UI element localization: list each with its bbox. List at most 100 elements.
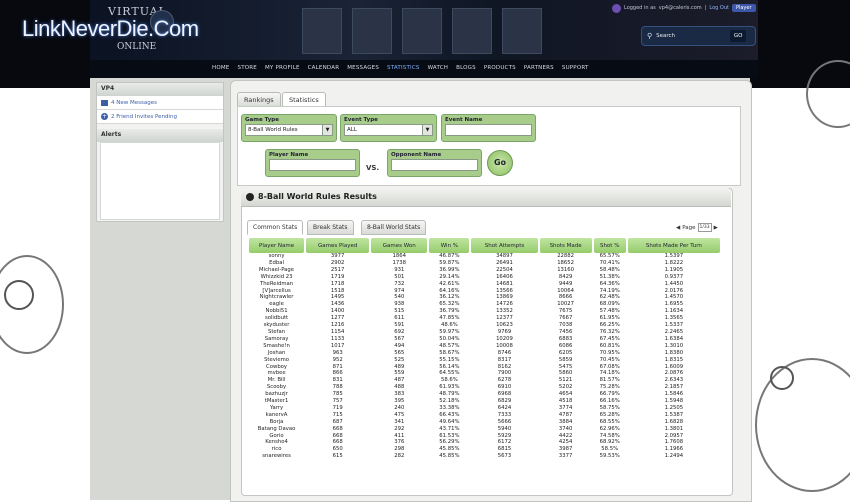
table-row[interactable]: [V]arcellus 1518 974 64.16% 13566 10064 74.19%… bbox=[249, 288, 720, 295]
player-name-cell[interactable]: kanervA bbox=[249, 412, 304, 419]
table-row[interactable]: Mr. Bill 831 487 58.6% 6278 5121 81.57% 2.6343 bbox=[249, 377, 720, 384]
table-row[interactable]: Nightcrawler 1495 540 36.12% 13869 8666 62.48%… bbox=[249, 294, 720, 301]
nav-products[interactable]: PRODUCTS bbox=[480, 62, 520, 74]
player-name-cell[interactable]: eagle bbox=[249, 301, 304, 308]
go-button[interactable]: Go bbox=[487, 150, 513, 176]
table-row[interactable]: Michael-Page 2517 931 36.99% 22504 13160 58.48… bbox=[249, 267, 720, 274]
tab-8-ball-world-stats[interactable]: 8-Ball World Stats bbox=[361, 220, 427, 235]
player-name-cell[interactable]: Kensho4 bbox=[249, 439, 304, 446]
column-header-player-name[interactable]: Player Name bbox=[249, 238, 305, 253]
table-row[interactable]: Scooby 788 488 61.93% 6910 5202 75.28% 2.1857 bbox=[249, 384, 720, 391]
player-name-cell[interactable]: Mr. Bill bbox=[249, 377, 304, 384]
table-row[interactable]: kanervA 715 475 66.43% 7333 4787 65.28% 1.5387 bbox=[249, 412, 720, 419]
table-row[interactable]: skyduster 1216 591 48.6% 10623 7038 66.25% 1.53… bbox=[249, 322, 720, 329]
login-email[interactable]: vp4@caleris.com bbox=[659, 5, 702, 11]
page-input[interactable]: 1/33 bbox=[697, 223, 712, 232]
table-row[interactable]: Edbal 2902 1738 59.87% 26491 18652 70.41% 1.822… bbox=[249, 260, 720, 267]
player-name-cell[interactable]: Stefan bbox=[249, 329, 304, 336]
player-name-cell[interactable]: Edbal bbox=[249, 260, 304, 267]
table-row[interactable]: Yarry 719 240 33.38% 6424 3774 58.75% 1.2505 bbox=[249, 405, 720, 412]
player-name-cell[interactable]: solidbutt bbox=[249, 315, 304, 322]
player-button[interactable]: Player bbox=[731, 4, 756, 12]
table-row[interactable]: snarewires 615 282 45.85% 5673 3377 59.53% 1.24… bbox=[249, 453, 720, 460]
next-page-icon[interactable]: ▶ bbox=[714, 225, 718, 231]
sidebar-item-messages[interactable]: 4 New Messages bbox=[97, 96, 223, 110]
player-name-cell[interactable]: Gorio bbox=[249, 433, 304, 440]
prev-page-icon[interactable]: ◀ bbox=[676, 225, 680, 231]
player-name-cell[interactable]: snarewires bbox=[249, 453, 304, 460]
table-row[interactable]: Cowboy 871 489 56.14% 8162 5475 67.08% 1.6009 bbox=[249, 364, 720, 371]
nav-store[interactable]: STORE bbox=[234, 62, 261, 74]
column-header-shots-per-turn[interactable]: Shots Made Per Turn bbox=[627, 238, 720, 253]
table-row[interactable]: Kensho4 668 376 56.29% 6172 4254 68.92% 1.7608 bbox=[249, 439, 720, 446]
search-input[interactable] bbox=[656, 31, 725, 41]
player-name-cell[interactable]: skyduster bbox=[249, 322, 304, 329]
avatar-icon[interactable] bbox=[612, 3, 621, 13]
table-row[interactable]: solidbutt 1277 611 47.85% 12377 7667 61.95% 1.3… bbox=[249, 315, 720, 322]
player-name-cell[interactable]: tMaster1 bbox=[249, 398, 304, 405]
player-name-cell[interactable]: Batang Davao bbox=[249, 426, 304, 433]
player-name-cell[interactable]: Yarry bbox=[249, 405, 304, 412]
player-name-cell[interactable]: sonny bbox=[249, 253, 304, 260]
event-type-select[interactable]: ALL ▼ bbox=[344, 124, 433, 136]
nav-statistics[interactable]: STATISTICS bbox=[383, 62, 424, 74]
column-header-shot-attempts[interactable]: Shot Attempts bbox=[471, 238, 538, 253]
table-row[interactable]: Whizzkid 23 1719 501 29.14% 16406 8429 51.38% 0… bbox=[249, 274, 720, 281]
table-row[interactable]: Batang Davao 668 292 43.71% 5940 3740 62.96% 1.… bbox=[249, 426, 720, 433]
table-row[interactable]: Samoray 1133 567 50.04% 10209 6883 67.45% 1.638… bbox=[249, 336, 720, 343]
player-name-cell[interactable]: Joshan bbox=[249, 350, 304, 357]
player-name-cell[interactable]: Whizzkid 23 bbox=[249, 274, 304, 281]
column-header-shots-made[interactable]: Shots Made bbox=[539, 238, 592, 253]
player-name-cell[interactable]: Scooby bbox=[249, 384, 304, 391]
player-name-input[interactable] bbox=[269, 159, 356, 171]
stat-cell: 1.1905 bbox=[664, 266, 684, 273]
event-name-input[interactable] bbox=[445, 124, 532, 136]
column-header-win-pct[interactable]: Win % bbox=[429, 238, 470, 253]
nav-my-profile[interactable]: MY PROFILE bbox=[261, 62, 304, 74]
player-name-cell[interactable]: [V]arcellus bbox=[249, 288, 304, 295]
table-row[interactable]: eagle 1436 938 65.32% 14726 10027 68.09% 1.6955 bbox=[249, 301, 720, 308]
nav-support[interactable]: SUPPORT bbox=[558, 62, 593, 74]
player-name-cell[interactable]: bazhuzjr bbox=[249, 391, 304, 398]
nav-calendar[interactable]: CALENDAR bbox=[304, 62, 344, 74]
player-name-cell[interactable]: Nightcrawler bbox=[249, 294, 304, 301]
table-row[interactable]: Steviemo 952 525 55.15% 8317 5859 70.45% 1.8315 bbox=[249, 357, 720, 364]
table-row[interactable]: bazhuzjr 785 383 48.79% 6968 4654 66.79% 1.5846 bbox=[249, 391, 720, 398]
table-row[interactable]: Stefan 1154 692 59.97% 9769 7456 76.32% 2.2465 bbox=[249, 329, 720, 336]
tab-break-stats[interactable]: Break Stats bbox=[307, 220, 354, 235]
column-header-games-played[interactable]: Games Played bbox=[306, 238, 370, 253]
player-name-cell[interactable]: Smashe!n bbox=[249, 343, 304, 350]
player-name-cell[interactable]: Cowboy bbox=[249, 364, 304, 371]
game-type-select[interactable]: 8-Ball World Rules ▼ bbox=[245, 124, 333, 136]
player-name-cell[interactable]: TheReidman bbox=[249, 281, 304, 288]
column-header-shot-pct[interactable]: Shot % bbox=[593, 238, 626, 253]
table-row[interactable]: mvbee 866 559 64.55% 7900 5860 74.18% 2.0876 bbox=[249, 370, 720, 377]
player-name-cell[interactable]: Steviemo bbox=[249, 357, 304, 364]
tab-common-stats[interactable]: Common Stats bbox=[247, 220, 304, 235]
table-row[interactable]: tMaster1 757 395 52.18% 6829 4518 66.16% 1.5948 bbox=[249, 398, 720, 405]
search-go-button[interactable]: GO bbox=[730, 30, 747, 42]
player-name-cell[interactable]: Samoray bbox=[249, 336, 304, 343]
table-row[interactable]: rico 650 298 45.85% 6815 3987 58.5% 1.1966 bbox=[249, 446, 720, 453]
logout-link[interactable]: Log Out bbox=[709, 5, 729, 11]
nav-watch[interactable]: WATCH bbox=[424, 62, 453, 74]
table-row[interactable]: Joshan 963 565 58.67% 8746 6205 70.95% 1.8380 bbox=[249, 350, 720, 357]
nav-home[interactable]: HOME bbox=[208, 62, 234, 74]
player-name-cell[interactable]: Michael-Page bbox=[249, 267, 304, 274]
player-name-cell[interactable]: mvbee bbox=[249, 370, 304, 377]
table-row[interactable]: sonny 3977 1864 46.87% 34897 22882 65.57% 1.539… bbox=[249, 253, 720, 260]
sidebar-item-friend-invites[interactable]: + 2 Friend Invites Pending bbox=[97, 110, 223, 124]
table-row[interactable]: Borja 687 341 49.64% 5666 3884 68.55% 1.6828 bbox=[249, 419, 720, 426]
table-row[interactable]: Nobbi51 1400 515 36.79% 13352 7675 57.48% 1.163… bbox=[249, 308, 720, 315]
player-name-cell[interactable]: Borja bbox=[249, 419, 304, 426]
nav-messages[interactable]: MESSAGES bbox=[343, 62, 383, 74]
player-name-cell[interactable]: Nobbi51 bbox=[249, 308, 304, 315]
table-row[interactable]: Gorio 668 411 61.53% 5929 4422 74.58% 2.0957 bbox=[249, 433, 720, 440]
nav-partners[interactable]: PARTNERS bbox=[520, 62, 558, 74]
player-name-cell[interactable]: rico bbox=[249, 446, 304, 453]
table-row[interactable]: Smashe!n 1017 494 48.57% 10008 6086 60.81% 1.30… bbox=[249, 343, 720, 350]
table-row[interactable]: TheReidman 1718 732 42.61% 14681 9449 64.36% 1.… bbox=[249, 281, 720, 288]
nav-blogs[interactable]: BLOGS bbox=[452, 62, 480, 74]
opponent-name-input[interactable] bbox=[391, 159, 478, 171]
column-header-games-won[interactable]: Games Won bbox=[371, 238, 428, 253]
